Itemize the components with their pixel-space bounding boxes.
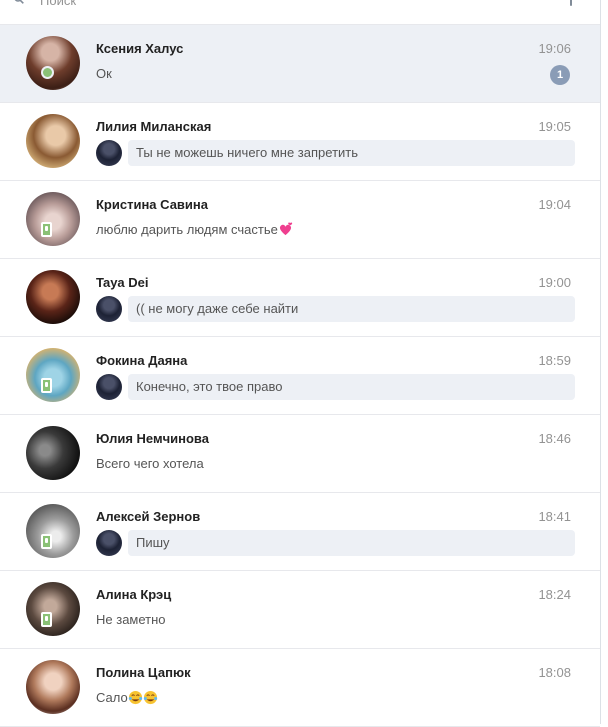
dialog-time: 19:05 (538, 119, 571, 134)
dialog-item[interactable]: Алина Крэц 18:24 Не заметно (0, 571, 600, 649)
dialog-time: 18:46 (538, 431, 571, 446)
dialog-time: 18:41 (538, 509, 571, 524)
avatar[interactable] (26, 348, 80, 402)
avatar[interactable] (26, 504, 80, 558)
reply-text: Ты не можешь ничего мне запретить (128, 140, 575, 166)
dialog-name[interactable]: Ксения Халус (96, 41, 183, 56)
own-reply: Конечно, это твое право (96, 374, 575, 400)
mobile-online-icon (41, 378, 52, 393)
my-avatar (96, 374, 122, 400)
search-input[interactable] (40, 0, 540, 10)
own-reply: (( не могу даже себе найти (96, 296, 575, 322)
dialog-name[interactable]: Алина Крэц (96, 587, 171, 602)
dialog-item[interactable]: Кристина Савина 19:04 люблю дарить людям… (0, 181, 600, 259)
avatar[interactable] (26, 36, 80, 90)
dialog-item[interactable]: Лилия Миланская 19:05 Ты не можешь ничег… (0, 103, 600, 181)
dialog-time: 19:04 (538, 197, 571, 212)
dialog-name[interactable]: Полина Цапюк (96, 665, 191, 680)
my-avatar (96, 140, 122, 166)
dialog-name[interactable]: Taya Dei (96, 275, 149, 290)
own-reply: Пишу (96, 530, 575, 556)
dialog-list: Ксения Халус 19:06 Ок 1 Лилия Миланская … (0, 25, 600, 727)
my-avatar (96, 296, 122, 322)
dialog-preview: Не заметно (96, 612, 166, 627)
avatar[interactable] (26, 114, 80, 168)
my-avatar (96, 530, 122, 556)
dialog-time: 19:00 (538, 275, 571, 290)
dialog-name[interactable]: Кристина Савина (96, 197, 208, 212)
preview-text: Сало (96, 690, 128, 705)
dialog-item[interactable]: Полина Цапюк 18:08 Сало (0, 649, 600, 727)
dialog-name[interactable]: Лилия Миланская (96, 119, 211, 134)
dialog-time: 19:06 (538, 41, 571, 56)
reply-text: Конечно, это твое право (128, 374, 575, 400)
search-bar (0, 0, 600, 25)
reply-text: Пишу (128, 530, 575, 556)
dialogs-panel: Ксения Халус 19:06 Ок 1 Лилия Миланская … (0, 0, 600, 727)
dialog-preview: Всего чего хотела (96, 456, 204, 471)
dialog-preview: Ок (96, 66, 112, 81)
tears-of-joy-emoji (128, 690, 142, 705)
dialog-time: 18:24 (538, 587, 571, 602)
dialog-time: 18:08 (538, 665, 571, 680)
dialog-item[interactable]: Юлия Немчинова 18:46 Всего чего хотела (0, 415, 600, 493)
mobile-online-icon (41, 612, 52, 627)
dialog-item[interactable]: Алексей Зернов 18:41 Пишу (0, 493, 600, 571)
dialog-name[interactable]: Юлия Немчинова (96, 431, 209, 446)
tears-of-joy-emoji (143, 690, 157, 705)
dialog-name[interactable]: Алексей Зернов (96, 509, 200, 524)
dialog-preview: люблю дарить людям счастье (96, 222, 293, 237)
mobile-online-icon (41, 534, 52, 549)
avatar[interactable] (26, 192, 80, 246)
own-reply: Ты не можешь ничего мне запретить (96, 140, 575, 166)
dialog-name[interactable]: Фокина Даяна (96, 353, 187, 368)
online-indicator (41, 66, 54, 79)
avatar[interactable] (26, 270, 80, 324)
avatar[interactable] (26, 426, 80, 480)
dialog-item[interactable]: Taya Dei 19:00 (( не могу даже себе найт… (0, 259, 600, 337)
avatar[interactable] (26, 582, 80, 636)
preview-text: люблю дарить людям счастье (96, 222, 278, 237)
dialog-time: 18:59 (538, 353, 571, 368)
dialog-item[interactable]: Ксения Халус 19:06 Ок 1 (0, 25, 600, 103)
dialog-item[interactable]: Фокина Даяна 18:59 Конечно, это твое пра… (0, 337, 600, 415)
compose-icon[interactable] (570, 0, 572, 6)
heart-emoji (279, 222, 293, 236)
panel-border (600, 0, 601, 724)
avatar[interactable] (26, 660, 80, 714)
reply-text: (( не могу даже себе найти (128, 296, 575, 322)
dialog-preview: Сало (96, 690, 158, 705)
mobile-online-icon (41, 222, 52, 237)
search-icon (14, 0, 24, 4)
unread-badge: 1 (550, 65, 570, 85)
